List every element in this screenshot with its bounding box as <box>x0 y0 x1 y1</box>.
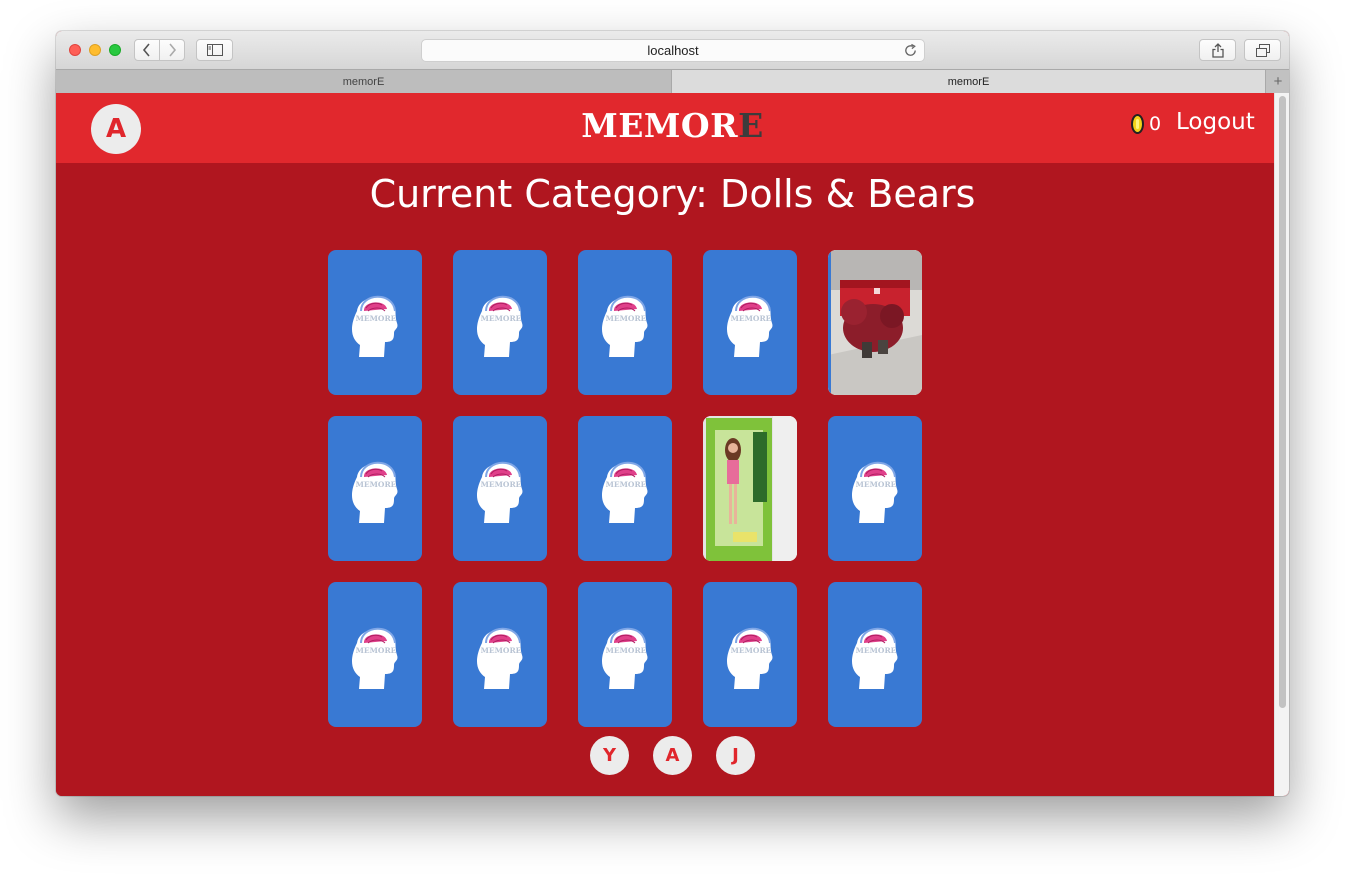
memore-head-icon: MEMORE <box>351 295 398 357</box>
svg-text:MEMORE: MEMORE <box>481 646 522 655</box>
share-icon <box>1211 42 1224 58</box>
tabs-overview-icon <box>1255 43 1270 57</box>
tab-label: memorE <box>342 75 385 88</box>
memore-head-icon: MEMORE <box>601 461 648 523</box>
memore-head-icon: MEMORE <box>726 627 773 689</box>
back-button[interactable] <box>134 39 160 61</box>
address-text: localhost <box>647 43 699 58</box>
address-bar[interactable]: localhost <box>421 39 925 62</box>
memore-head-icon: MEMORE <box>476 461 523 523</box>
svg-text:MEMORE: MEMORE <box>481 480 522 489</box>
memory-card-face-down[interactable]: MEMORE <box>703 582 797 727</box>
memore-head-icon: MEMORE <box>476 295 523 357</box>
memore-head-icon: MEMORE <box>851 627 898 689</box>
svg-text:MEMORE: MEMORE <box>481 314 522 323</box>
memory-card-face-down[interactable]: MEMORE <box>328 250 422 395</box>
page-scrollbar[interactable] <box>1274 93 1289 796</box>
logo-text: MEMOR <box>581 106 739 145</box>
app-logo[interactable]: MEMORE <box>56 106 1289 145</box>
memory-card-face-down[interactable]: MEMORE <box>453 416 547 561</box>
page-viewport: A 0 Logout MEMORE Current Category: Doll… <box>56 93 1289 796</box>
svg-text:MEMORE: MEMORE <box>731 314 772 323</box>
zoom-window-button[interactable] <box>109 44 121 56</box>
memore-head-icon: MEMORE <box>351 627 398 689</box>
memory-card-face-down[interactable]: MEMORE <box>703 250 797 395</box>
tab-memore-1[interactable]: memorE <box>56 70 672 93</box>
teddy-bear-photo <box>828 250 922 395</box>
share-button[interactable] <box>1199 39 1236 61</box>
player-avatar: J <box>716 736 755 775</box>
player-avatar: A <box>653 736 692 775</box>
reload-icon[interactable] <box>903 43 918 58</box>
logo-accent-letter: E <box>738 106 764 145</box>
sidebar-toggle-button[interactable] <box>196 39 233 61</box>
memory-card-face-down[interactable]: MEMORE <box>453 250 547 395</box>
memory-card-face-down[interactable]: MEMORE <box>578 582 672 727</box>
svg-text:MEMORE: MEMORE <box>356 314 397 323</box>
memory-card-face-down[interactable]: MEMORE <box>828 582 922 727</box>
minimize-window-button[interactable] <box>89 44 101 56</box>
close-window-button[interactable] <box>69 44 81 56</box>
browser-window: localhost memorE memorE + A 0 Logout MEM… <box>56 31 1289 796</box>
player-initial: J <box>732 745 739 766</box>
svg-text:MEMORE: MEMORE <box>856 646 897 655</box>
scrollbar-thumb[interactable] <box>1279 96 1286 708</box>
player-initial: Y <box>602 745 617 766</box>
tab-label: memorE <box>947 75 990 88</box>
memory-card-face-down[interactable]: MEMORE <box>328 416 422 561</box>
memory-card-face-down[interactable]: MEMORE <box>578 250 672 395</box>
show-tabs-button[interactable] <box>1244 39 1281 61</box>
svg-text:MEMORE: MEMORE <box>606 480 647 489</box>
plus-icon: + <box>1273 73 1283 90</box>
svg-text:MEMORE: MEMORE <box>606 646 647 655</box>
memore-head-icon: MEMORE <box>851 461 898 523</box>
memore-head-icon: MEMORE <box>726 295 773 357</box>
new-tab-button[interactable]: + <box>1265 70 1289 93</box>
chevron-right-icon <box>169 43 177 57</box>
sidebar-icon <box>206 44 223 56</box>
memore-head-icon: MEMORE <box>601 295 648 357</box>
chevron-left-icon <box>142 43 150 57</box>
memory-card-face-down[interactable]: MEMORE <box>328 582 422 727</box>
tab-bar: memorE memorE + <box>56 69 1289 93</box>
svg-text:MEMORE: MEMORE <box>856 480 897 489</box>
svg-text:MEMORE: MEMORE <box>731 646 772 655</box>
svg-text:MEMORE: MEMORE <box>606 314 647 323</box>
memory-card-revealed[interactable] <box>703 416 797 561</box>
memory-card-face-down[interactable]: MEMORE <box>453 582 547 727</box>
forward-button[interactable] <box>159 39 185 61</box>
tab-memore-2-active[interactable]: memorE <box>672 70 1265 93</box>
memory-card-revealed[interactable] <box>828 250 922 395</box>
browser-toolbar: localhost <box>56 31 1289 69</box>
memore-head-icon: MEMORE <box>476 627 523 689</box>
memory-card-face-down[interactable]: MEMORE <box>578 416 672 561</box>
navigation-buttons <box>134 39 185 61</box>
memore-head-icon: MEMORE <box>601 627 648 689</box>
category-title: Current Category: Dolls & Bears <box>369 172 976 216</box>
svg-text:MEMORE: MEMORE <box>356 480 397 489</box>
memory-card-face-down[interactable]: MEMORE <box>828 416 922 561</box>
player-initial: A <box>665 745 680 766</box>
svg-text:MEMORE: MEMORE <box>356 646 397 655</box>
memore-head-icon: MEMORE <box>351 461 398 523</box>
boxed-doll-photo <box>703 416 797 561</box>
player-avatar: Y <box>590 736 629 775</box>
